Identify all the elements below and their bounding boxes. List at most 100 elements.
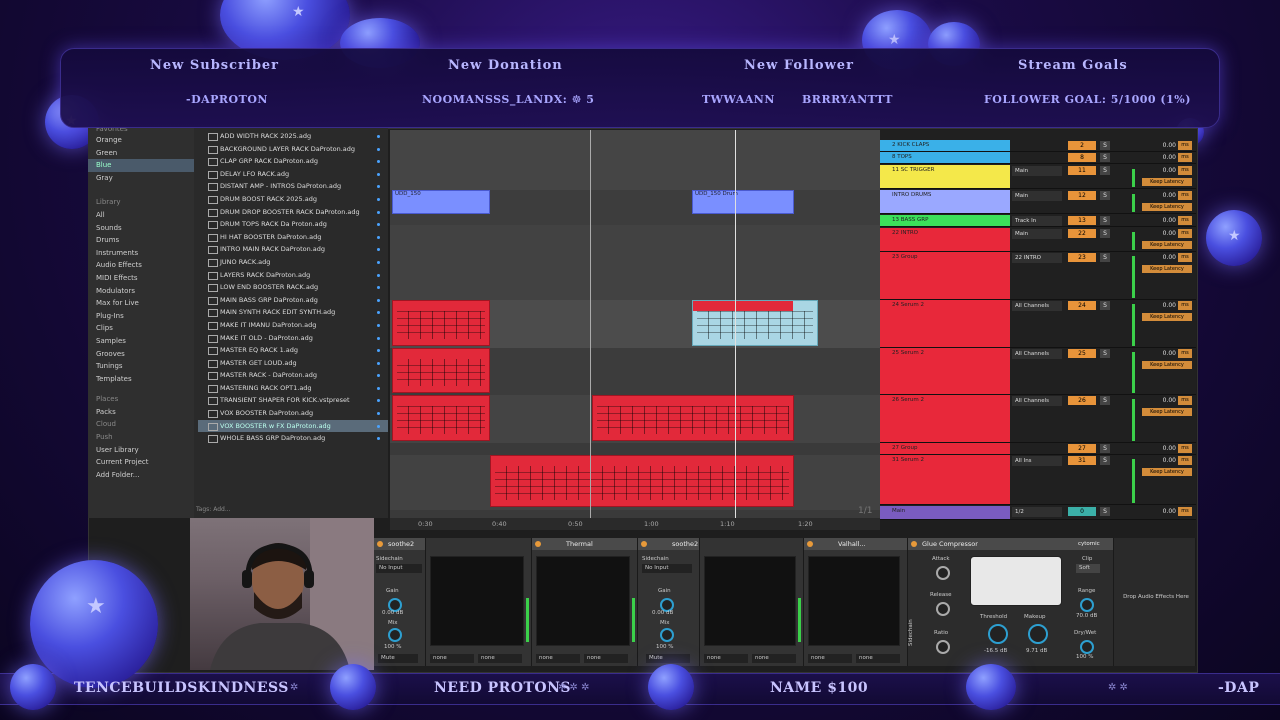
sidechain-input-select[interactable]: No Input [642,564,692,573]
solo-button[interactable]: S [1100,456,1110,465]
track-volume[interactable]: 0.00 [1150,349,1176,358]
keep-latency-button[interactable]: Keep Latency [1142,265,1192,273]
delay-unit-toggle[interactable]: ms [1178,301,1192,310]
mixer-track[interactable]: 24 Serum 2 All Channels 24 S 0.00 ms Keep Late… [880,300,1196,348]
track-name[interactable]: Main [880,506,1010,519]
library-item-midi-effects[interactable]: MIDI Effects [88,272,194,285]
collection-gray[interactable]: Gray [88,172,194,185]
macro-select[interactable]: none [752,654,796,663]
keep-latency-button[interactable]: Keep Latency [1142,241,1192,249]
release-knob[interactable] [936,602,950,616]
device-valhalla[interactable]: Valhall... none none [804,538,908,666]
library-item-plugins[interactable]: Plug-Ins [88,310,194,323]
browser-file-item[interactable]: DRUM DROP BOOSTER RACK DaProton.adg [198,206,388,219]
track-number-button[interactable]: 2 [1068,141,1096,150]
track-number-button[interactable]: 26 [1068,396,1096,405]
track-volume[interactable]: 0.00 [1150,507,1176,516]
solo-button[interactable]: S [1100,444,1110,453]
macro-select[interactable]: none [430,654,474,663]
solo-button[interactable]: S [1100,349,1110,358]
mixer-track[interactable]: 11 SC TRIGGER Main 11 S 0.00 ms Keep Latency [880,165,1196,189]
mixer-track[interactable]: 2 KICK CLAPS 2 S 0.00 ms [880,140,1196,152]
keep-latency-button[interactable]: Keep Latency [1142,313,1192,321]
solo-button[interactable]: S [1100,301,1110,310]
library-item-tunings[interactable]: Tunings [88,360,194,373]
mixer-track[interactable]: INTRO DRUMS Main 12 S 0.00 ms Keep Latency [880,190,1196,214]
track-volume[interactable]: 0.00 [1150,301,1176,310]
device-thermal[interactable]: Thermal none none [532,538,638,666]
macro-select[interactable]: none [808,654,852,663]
track-name[interactable]: 2 KICK CLAPS [880,140,1010,151]
solo-button[interactable]: S [1100,253,1110,262]
sidechain-toggle[interactable]: Sidechain [908,619,914,646]
track-routing-select[interactable]: 22 INTRO [1012,253,1062,263]
mute-button[interactable]: Mute [378,654,418,663]
midi-clip[interactable] [392,300,490,346]
collection-orange[interactable]: Orange [88,134,194,147]
mixer-track[interactable]: 8 TOPS 8 S 0.00 ms [880,152,1196,164]
browser-file-item[interactable]: ADD WIDTH RACK 2025.adg [198,130,388,143]
track-routing-select[interactable]: Main [1012,191,1062,201]
track-volume[interactable]: 0.00 [1150,216,1176,225]
solo-button[interactable]: S [1100,166,1110,175]
library-item-sounds[interactable]: Sounds [88,222,194,235]
browser-file-item[interactable]: MASTER GET LOUD.adg [198,357,388,370]
track-name[interactable]: 25 Serum 2 [880,348,1010,394]
library-item-max-for-live[interactable]: Max for Live [88,297,194,310]
track-name[interactable]: 13 BASS GRP [880,215,1010,226]
track-name[interactable]: 23 Group [880,252,1010,299]
browser-file-item[interactable]: MASTER EQ RACK 1.adg [198,344,388,357]
device-soothe2[interactable]: soothe2 Sidechain No Input Gain 0.00 dB … [374,538,426,666]
track-name[interactable]: 8 TOPS [880,152,1010,163]
playhead[interactable] [735,130,736,520]
browser-file-item[interactable]: MASTERING RACK OPT1.adg [198,382,388,395]
track-volume[interactable]: 0.00 [1150,153,1176,162]
library-item-grooves[interactable]: Grooves [88,348,194,361]
browser-file-item[interactable]: LOW END BOOSTER RACK.adg [198,281,388,294]
track-volume[interactable]: 0.00 [1150,191,1176,200]
place-add-folder[interactable]: Add Folder... [88,469,194,482]
track-number-button[interactable]: 24 [1068,301,1096,310]
browser-file-item[interactable]: MAKE IT OLD - DaProton.adg [198,332,388,345]
library-item-modulators[interactable]: Modulators [88,285,194,298]
place-packs[interactable]: Packs [88,406,194,419]
track-number-button[interactable]: 25 [1068,349,1096,358]
browser-file-item[interactable]: DRUM BOOST RACK 2025.adg [198,193,388,206]
library-item-drums[interactable]: Drums [88,234,194,247]
device-glue-compressor[interactable]: Glue Compressor cytomic Attack Release R… [908,538,1114,666]
track-volume[interactable]: 0.00 [1150,456,1176,465]
browser-file-item[interactable]: MAIN SYNTH RACK EDIT SYNTH.adg [198,306,388,319]
midi-clip[interactable] [392,348,490,393]
delay-unit-toggle[interactable]: ms [1178,141,1192,150]
browser-file-item[interactable]: LAYERS RACK DaProton.adg [198,269,388,282]
mixer-track[interactable]: 25 Serum 2 All Channels 25 S 0.00 ms Keep Late… [880,348,1196,395]
track-name[interactable]: 31 Serum 2 [880,455,1010,504]
track-name[interactable]: 11 SC TRIGGER [880,165,1010,188]
attack-knob[interactable] [936,566,950,580]
clip-mode-toggle[interactable]: Soft [1076,564,1100,573]
library-item-instruments[interactable]: Instruments [88,247,194,260]
track-routing-select[interactable]: All Ins [1012,456,1062,466]
mixer-track[interactable]: 26 Serum 2 All Channels 26 S 0.00 ms Keep Late… [880,395,1196,443]
browser-file-item[interactable]: DELAY LFO RACK.adg [198,168,388,181]
track-name[interactable]: 22 INTRO [880,228,1010,251]
mix-knob[interactable] [660,628,674,642]
audio-clip[interactable]: UDD_150 [392,190,490,214]
place-push[interactable]: Push [88,431,194,444]
track-name[interactable]: 27 Group [880,443,1010,454]
solo-button[interactable]: S [1100,396,1110,405]
track-volume[interactable]: 0.00 [1150,396,1176,405]
library-item-all[interactable]: All [88,209,194,222]
delay-unit-toggle[interactable]: ms [1178,191,1192,200]
library-item-audio-effects[interactable]: Audio Effects [88,259,194,272]
browser-file-item[interactable]: TRANSIENT SHAPER FOR KICK.vstpreset [198,394,388,407]
browser-file-item[interactable]: DISTANT AMP - INTROS DaProton.adg [198,180,388,193]
track-routing-select[interactable]: Main [1012,166,1062,176]
macro-select[interactable]: none [478,654,522,663]
track-number-button[interactable]: 8 [1068,153,1096,162]
track-routing-select[interactable]: Main [1012,229,1062,239]
track-number-button[interactable]: 12 [1068,191,1096,200]
macro-select[interactable]: none [584,654,628,663]
track-routing-select[interactable]: All Channels [1012,349,1062,359]
time-ruler[interactable]: 0:30 0:40 0:50 1:00 1:10 1:20 [390,518,880,530]
